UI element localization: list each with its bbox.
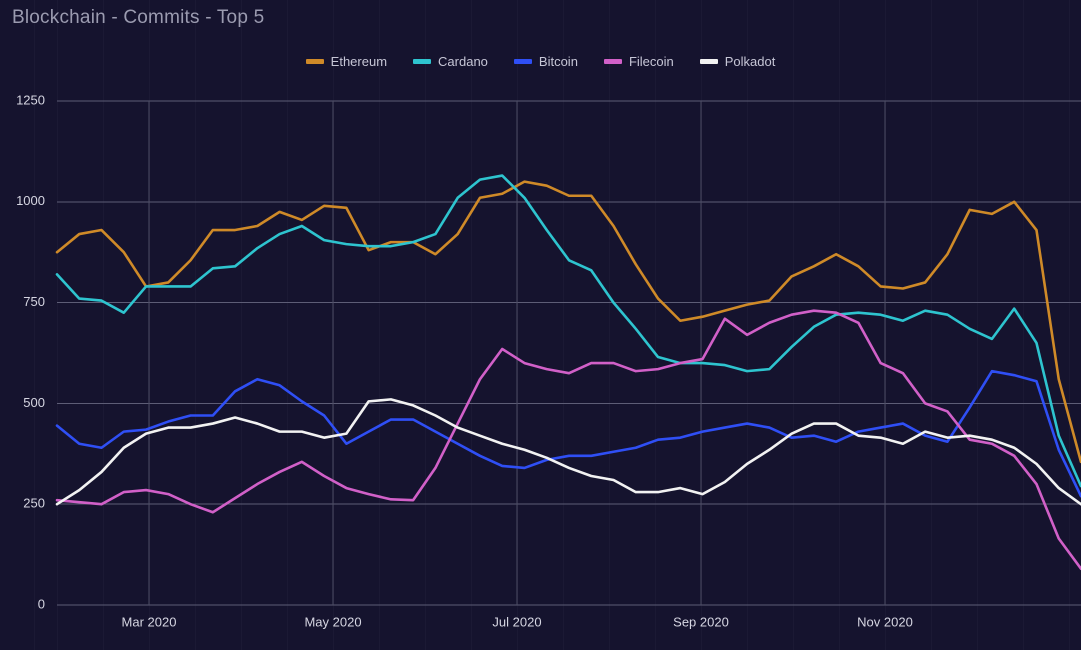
y-axis-tick-label: 1000 [16,193,45,208]
y-axis-tick-label: 750 [23,294,45,309]
y-axis-labels: 0 250 500 750 1000 1250 [16,92,45,611]
series-line-cardano [55,174,1081,488]
x-axis-tick-label: Nov 2020 [857,615,913,630]
grid-layer [57,100,1081,606]
x-axis-labels: Mar 2020 May 2020 Jul 2020 Sep 2020 Nov 2020 [122,615,913,630]
series-layer [55,174,1081,571]
y-axis-tick-label: 1250 [16,92,45,107]
series-line-bitcoin [55,369,1081,498]
chart-container: Blockchain - Commits - Top 5 Ethereum Car… [0,0,1081,650]
x-axis-tick-label: Sep 2020 [673,615,729,630]
y-axis-tick-label: 0 [38,596,45,611]
x-axis-tick-label: Jul 2020 [492,615,541,630]
series-line-filecoin [55,309,1081,571]
x-axis-tick-label: May 2020 [304,615,361,630]
line-chart-plot: 0 250 500 750 1000 1250 Mar 2020 May 2020 Jul 2… [16,92,1081,630]
y-axis-tick-label: 500 [23,395,45,410]
x-axis-tick-label: Mar 2020 [122,615,177,630]
y-axis-tick-label: 250 [23,496,45,511]
series-line-ethereum [55,180,1081,464]
